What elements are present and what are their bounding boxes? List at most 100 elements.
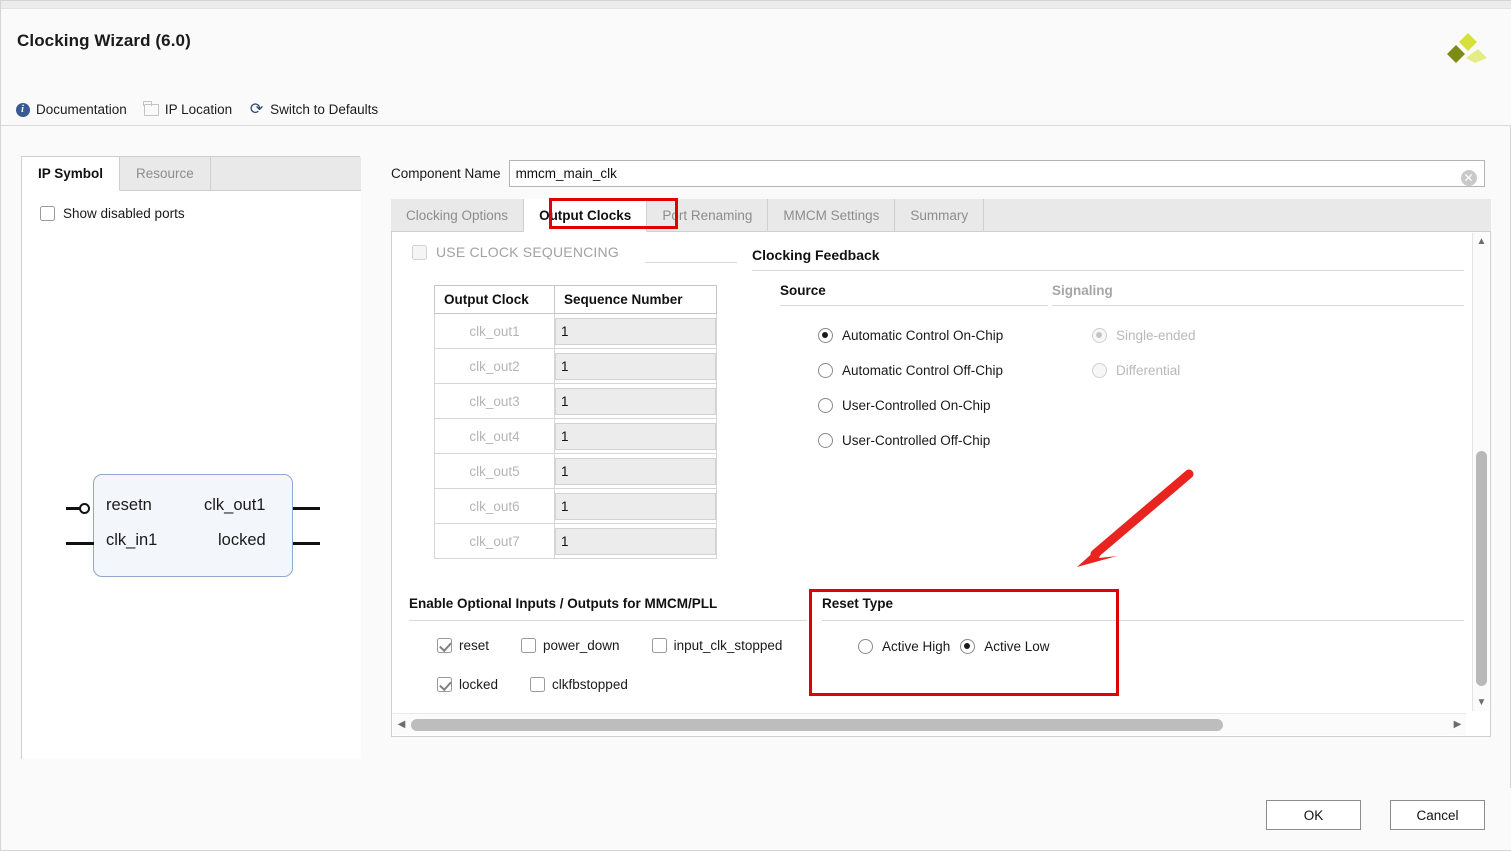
- sequence-input[interactable]: 1: [555, 387, 716, 415]
- radio-button-differential: [1092, 363, 1107, 378]
- source-group-title: Source: [780, 283, 826, 298]
- radio-label-single-ended: Single-ended: [1116, 328, 1196, 343]
- header-toolbar: i Documentation IP Location ⟳ Switch to …: [15, 100, 378, 118]
- cell-clock-name: clk_out2: [434, 348, 555, 384]
- horizontal-scrollbar-thumb[interactable]: [411, 719, 1223, 731]
- ip-symbol-body: Show disabled ports resetn clk_in1 clk_o…: [22, 191, 361, 759]
- tab-resource[interactable]: Resource: [120, 157, 211, 190]
- checkbox-input-clk-stopped[interactable]: input_clk_stopped: [651, 638, 783, 653]
- tab-summary[interactable]: Summary: [895, 199, 985, 231]
- clear-icon[interactable]: ✕: [1460, 170, 1477, 186]
- optional-io-divider: [409, 620, 807, 621]
- checkbox-clkfbstopped[interactable]: clkfbstopped: [530, 677, 628, 692]
- checkbox-label-reset: reset: [459, 638, 490, 653]
- reset-type-title: Reset Type: [822, 596, 894, 611]
- table-row: clk_out5 1: [434, 453, 717, 489]
- sequence-input[interactable]: 1: [555, 457, 716, 485]
- cell-sequence[interactable]: 1: [554, 523, 717, 559]
- sequence-input[interactable]: 1: [555, 422, 716, 450]
- resetn-lead: [66, 507, 80, 510]
- checkbox-power-down[interactable]: power_down: [521, 638, 620, 653]
- vertical-scrollbar-thumb[interactable]: [1476, 451, 1487, 686]
- column-header-sequence-number: Sequence Number: [554, 285, 717, 314]
- scroll-left-icon[interactable]: ◀: [393, 716, 410, 733]
- cell-sequence[interactable]: 1: [554, 488, 717, 524]
- sequencing-divider: [645, 262, 737, 263]
- tab-ip-symbol-label: IP Symbol: [38, 166, 104, 181]
- scroll-right-icon[interactable]: ▶: [1449, 716, 1466, 733]
- tab-filler: [984, 199, 1491, 231]
- cell-clock-name: clk_out1: [434, 313, 555, 349]
- radio-active-low[interactable]: Active Low: [960, 639, 1050, 654]
- checkbox-label-power-down: power_down: [543, 638, 620, 653]
- cell-sequence[interactable]: 1: [554, 383, 717, 419]
- tab-port-renaming[interactable]: Port Renaming: [647, 199, 769, 231]
- radio-single-ended[interactable]: Single-ended: [1092, 328, 1196, 343]
- radio-label-user-on-chip: User-Controlled On-Chip: [842, 398, 991, 413]
- use-clock-sequencing-checkbox[interactable]: USE CLOCK SEQUENCING: [412, 244, 619, 260]
- tab-mmcm-settings[interactable]: MMCM Settings: [768, 199, 896, 231]
- refresh-icon: ⟳: [249, 100, 264, 118]
- optional-io-title: Enable Optional Inputs / Outputs for MMC…: [409, 596, 718, 611]
- component-name-input[interactable]: [508, 160, 1485, 187]
- checkbox-box-input-clk-stopped: [651, 638, 667, 653]
- reset-type-divider: [822, 620, 1464, 621]
- clocking-wizard-dialog: Clocking Wizard (6.0) i Documentation IP…: [0, 0, 1511, 851]
- sequence-input[interactable]: 1: [555, 352, 716, 380]
- radio-active-high[interactable]: Active High: [858, 639, 950, 654]
- column-header-output-clock: Output Clock: [434, 285, 555, 314]
- clocking-feedback-divider: [752, 270, 1464, 271]
- output-clocks-content: USE CLOCK SEQUENCING Output Clock Sequen…: [391, 232, 1491, 737]
- tab-clocking-options[interactable]: Clocking Options: [391, 199, 525, 231]
- cell-clock-name: clk_out3: [434, 383, 555, 419]
- ip-location-label: IP Location: [164, 102, 233, 117]
- sequence-input[interactable]: 1: [555, 492, 716, 520]
- radio-automatic-control-off-chip[interactable]: Automatic Control Off-Chip: [818, 363, 1003, 378]
- signaling-divider: [1052, 305, 1464, 306]
- ip-symbol-block: [93, 474, 293, 577]
- documentation-link[interactable]: i Documentation: [15, 102, 127, 117]
- cell-sequence[interactable]: 1: [554, 418, 717, 454]
- scroll-up-icon[interactable]: ▲: [1473, 233, 1490, 250]
- radio-user-controlled-off-chip[interactable]: User-Controlled Off-Chip: [818, 433, 990, 448]
- component-name-label: Component Name: [391, 166, 501, 181]
- radio-button-single-ended: [1092, 328, 1107, 343]
- port-label-clk-out1: clk_out1: [204, 496, 266, 514]
- vertical-scrollbar[interactable]: ▲ ▼: [1472, 233, 1489, 711]
- cell-sequence[interactable]: 1: [554, 348, 717, 384]
- scroll-down-icon[interactable]: ▼: [1473, 694, 1490, 711]
- signaling-group-title: Signaling: [1052, 283, 1113, 298]
- cancel-button[interactable]: Cancel: [1390, 800, 1485, 830]
- ok-button[interactable]: OK: [1266, 800, 1361, 830]
- checkbox-locked[interactable]: locked: [437, 677, 498, 692]
- tab-resource-label: Resource: [136, 166, 194, 181]
- tab-output-clocks[interactable]: Output Clocks: [524, 199, 648, 232]
- documentation-label: Documentation: [36, 102, 127, 117]
- switch-to-defaults-link[interactable]: ⟳ Switch to Defaults: [249, 100, 378, 118]
- checkbox-label-input-clk-stopped: input_clk_stopped: [673, 638, 783, 653]
- radio-user-controlled-on-chip[interactable]: User-Controlled On-Chip: [818, 398, 991, 413]
- sequence-input[interactable]: 1: [555, 317, 716, 345]
- radio-button-user-on-chip: [818, 398, 833, 413]
- clock-sequencing-table: Output Clock Sequence Number clk_out1 1 …: [434, 285, 717, 559]
- tab-ip-symbol[interactable]: IP Symbol: [22, 157, 121, 191]
- checkbox-reset[interactable]: reset: [437, 638, 489, 653]
- sequence-input[interactable]: 1: [555, 527, 716, 555]
- cell-sequence[interactable]: 1: [554, 453, 717, 489]
- ip-location-link[interactable]: IP Location: [143, 100, 233, 117]
- use-clock-sequencing-label: USE CLOCK SEQUENCING: [436, 244, 619, 260]
- cell-sequence[interactable]: 1: [554, 313, 717, 349]
- table-header-row: Output Clock Sequence Number: [434, 285, 717, 314]
- tab-summary-label: Summary: [910, 207, 969, 223]
- tab-clocking-options-label: Clocking Options: [406, 207, 509, 223]
- checkbox-label-locked: locked: [459, 677, 499, 692]
- horizontal-scrollbar[interactable]: ◀ ▶: [393, 713, 1466, 735]
- radio-button-active-low: [960, 639, 976, 654]
- config-tabbar: Clocking Options Output Clocks Port Rena…: [391, 199, 1491, 232]
- resetn-inversion-bubble-icon: [79, 503, 90, 514]
- radio-automatic-control-on-chip[interactable]: Automatic Control On-Chip: [818, 328, 1003, 343]
- radio-differential[interactable]: Differential: [1092, 363, 1180, 378]
- table-row: clk_out1 1: [434, 313, 717, 349]
- cancel-button-label: Cancel: [1416, 807, 1459, 823]
- optional-io-row-1: reset power_down input_clk_stopped: [437, 638, 782, 653]
